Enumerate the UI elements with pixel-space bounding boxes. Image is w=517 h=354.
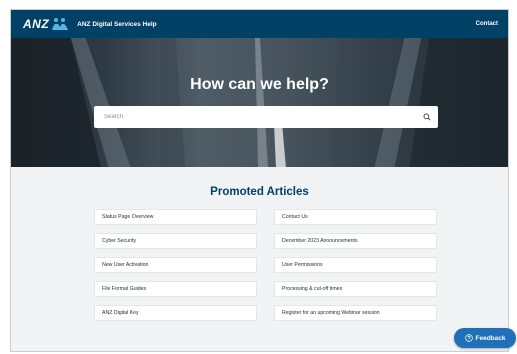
hero-title: How can we help? (190, 76, 329, 93)
article-link[interactable]: Register for an upcoming Webinar session (274, 305, 437, 321)
site-title[interactable]: ANZ Digital Services Help (77, 21, 156, 28)
article-link[interactable]: Contact Us (274, 209, 437, 225)
article-link[interactable]: Cyber Security (94, 233, 257, 249)
top-nav: ANZ ANZ Digital Services Help Contact (11, 10, 508, 38)
browser-frame: ANZ ANZ Digital Services Help Contact Ho… (10, 9, 509, 352)
contact-link[interactable]: Contact (476, 21, 498, 27)
feedback-label: Feedback (475, 334, 506, 342)
anz-logo[interactable]: ANZ (23, 17, 49, 31)
promoted-articles-title: Promoted Articles (210, 186, 309, 198)
article-link[interactable]: New User Activation (94, 257, 257, 273)
article-link[interactable]: December 2023 Announcements (274, 233, 437, 249)
article-link[interactable]: User Permissions (274, 257, 437, 273)
search-input[interactable] (104, 114, 423, 120)
article-link[interactable]: File Format Guides (94, 281, 257, 297)
hero-background-image (11, 38, 508, 167)
search-icon[interactable] (423, 113, 431, 121)
feedback-button[interactable]: Feedback (454, 328, 516, 348)
help-circle-icon (464, 334, 473, 342)
hero-banner: How can we help? (11, 38, 508, 167)
anz-people-icon (52, 18, 69, 30)
article-link[interactable]: Processing & cut-off times (274, 281, 437, 297)
search-bar[interactable] (94, 106, 438, 128)
article-link[interactable]: ANZ Digital Key (94, 305, 257, 321)
article-link[interactable]: Status Page Overview (94, 209, 257, 225)
